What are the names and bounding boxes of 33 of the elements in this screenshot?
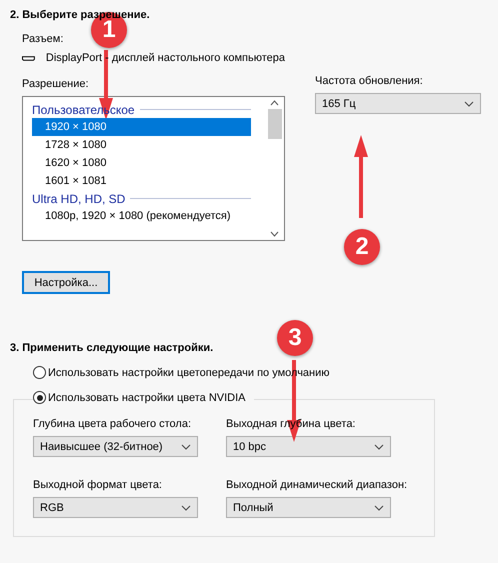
chevron-down-icon <box>374 504 384 510</box>
displayport-icon <box>22 54 35 62</box>
chevron-down-icon <box>181 504 191 510</box>
field-label: Выходной формат цвета: <box>33 479 163 491</box>
resolution-option[interactable]: 1080p, 1920 × 1080 (рекомендуется) <box>32 207 251 225</box>
group-header: Ultra HD, HD, SD <box>32 192 126 206</box>
connector-name: DisplayPort - дисплей настольного компьютера <box>46 52 285 64</box>
chevron-down-icon <box>181 444 191 450</box>
scroll-thumb[interactable] <box>268 109 282 139</box>
dropdown[interactable]: Наивысшее (32-битное) <box>33 436 198 457</box>
chevron-down-icon <box>374 444 384 450</box>
resolution-option[interactable]: 1601 × 1081 <box>32 172 251 190</box>
refresh-rate-label: Частота обновления: <box>315 75 424 87</box>
resolution-option[interactable]: 1920 × 1080 <box>32 118 251 136</box>
section-heading: 3. Применить следующие настройки. <box>10 342 214 354</box>
dropdown[interactable]: RGB <box>33 497 198 518</box>
scroll-up-icon[interactable] <box>270 100 279 106</box>
number-badge: 2 <box>344 229 380 265</box>
scroll-down-icon[interactable] <box>270 231 279 237</box>
field-label: Выходной динамический диапазон: <box>226 479 406 491</box>
dropdown[interactable]: 10 bpc <box>226 436 391 457</box>
dropdown[interactable]: Полный <box>226 497 391 518</box>
resolution-label: Разрешение: <box>22 78 90 90</box>
number-badge: 3 <box>277 320 313 356</box>
scrollbar[interactable] <box>267 100 282 237</box>
radio-option[interactable]: Использовать настройки цвета NVIDIA <box>33 391 254 404</box>
chevron-down-icon <box>464 100 474 106</box>
refresh-rate-dropdown[interactable]: 165 Гц <box>315 93 481 114</box>
field-label: Глубина цвета рабочего стола: <box>33 418 192 430</box>
connector-label: Разъем: <box>22 33 64 45</box>
resolution-option[interactable]: 1728 × 1080 <box>32 136 251 154</box>
resolution-option[interactable]: 1620 × 1080 <box>32 154 251 172</box>
customize-button[interactable]: Настройка... <box>22 271 110 294</box>
